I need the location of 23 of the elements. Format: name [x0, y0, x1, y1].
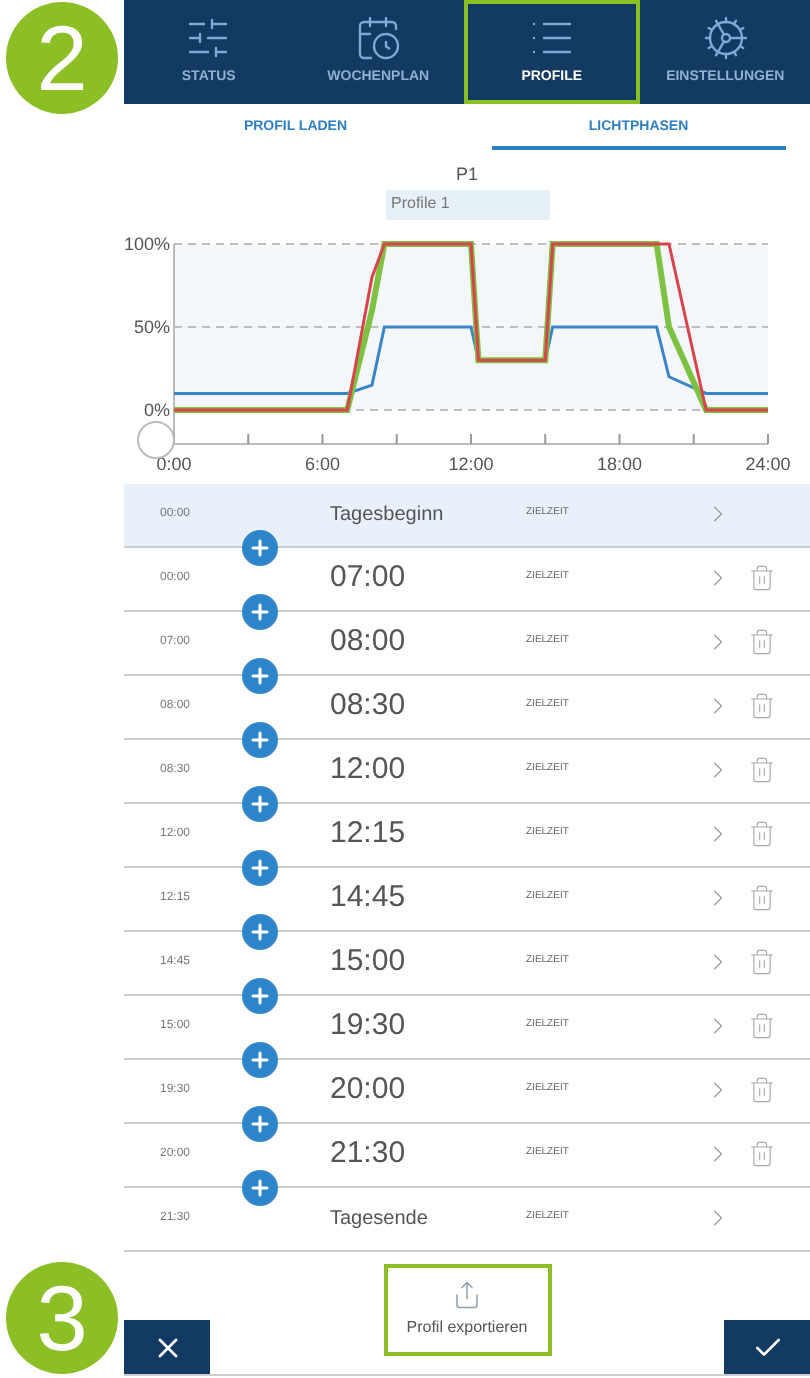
- phase-label: Tagesende: [330, 1205, 430, 1233]
- y-tick-label: 100%: [124, 233, 170, 253]
- phase-label: 15:00: [330, 941, 408, 982]
- phase-label: Tagesbeginn: [330, 501, 446, 529]
- phase-label: 08:00: [330, 621, 408, 662]
- phase-label: 12:15: [330, 813, 408, 854]
- x-tick-label: 12:00: [448, 453, 494, 473]
- profile-title: P1: [455, 162, 478, 188]
- phase-label: 21:30: [330, 1133, 408, 1174]
- y-tick-label: 0%: [143, 399, 170, 419]
- phase-label: 14:45: [330, 877, 408, 918]
- y-tick-label: 50%: [133, 316, 170, 336]
- phase-label: 07:00: [330, 557, 408, 598]
- x-tick-label: 0:00: [156, 453, 192, 473]
- x-tick-label: 6:00: [304, 453, 341, 473]
- phase-label: 19:30: [330, 1005, 408, 1046]
- phase-label: 08:30: [330, 685, 408, 726]
- step-badge: 2: [6, 2, 118, 114]
- x-tick-label: 24:00: [745, 453, 791, 473]
- phase-label: 20:00: [330, 1069, 408, 1110]
- x-tick-label: 18:00: [596, 453, 643, 473]
- step-badge: 3: [6, 1262, 118, 1374]
- phase-label: 12:00: [330, 749, 408, 790]
